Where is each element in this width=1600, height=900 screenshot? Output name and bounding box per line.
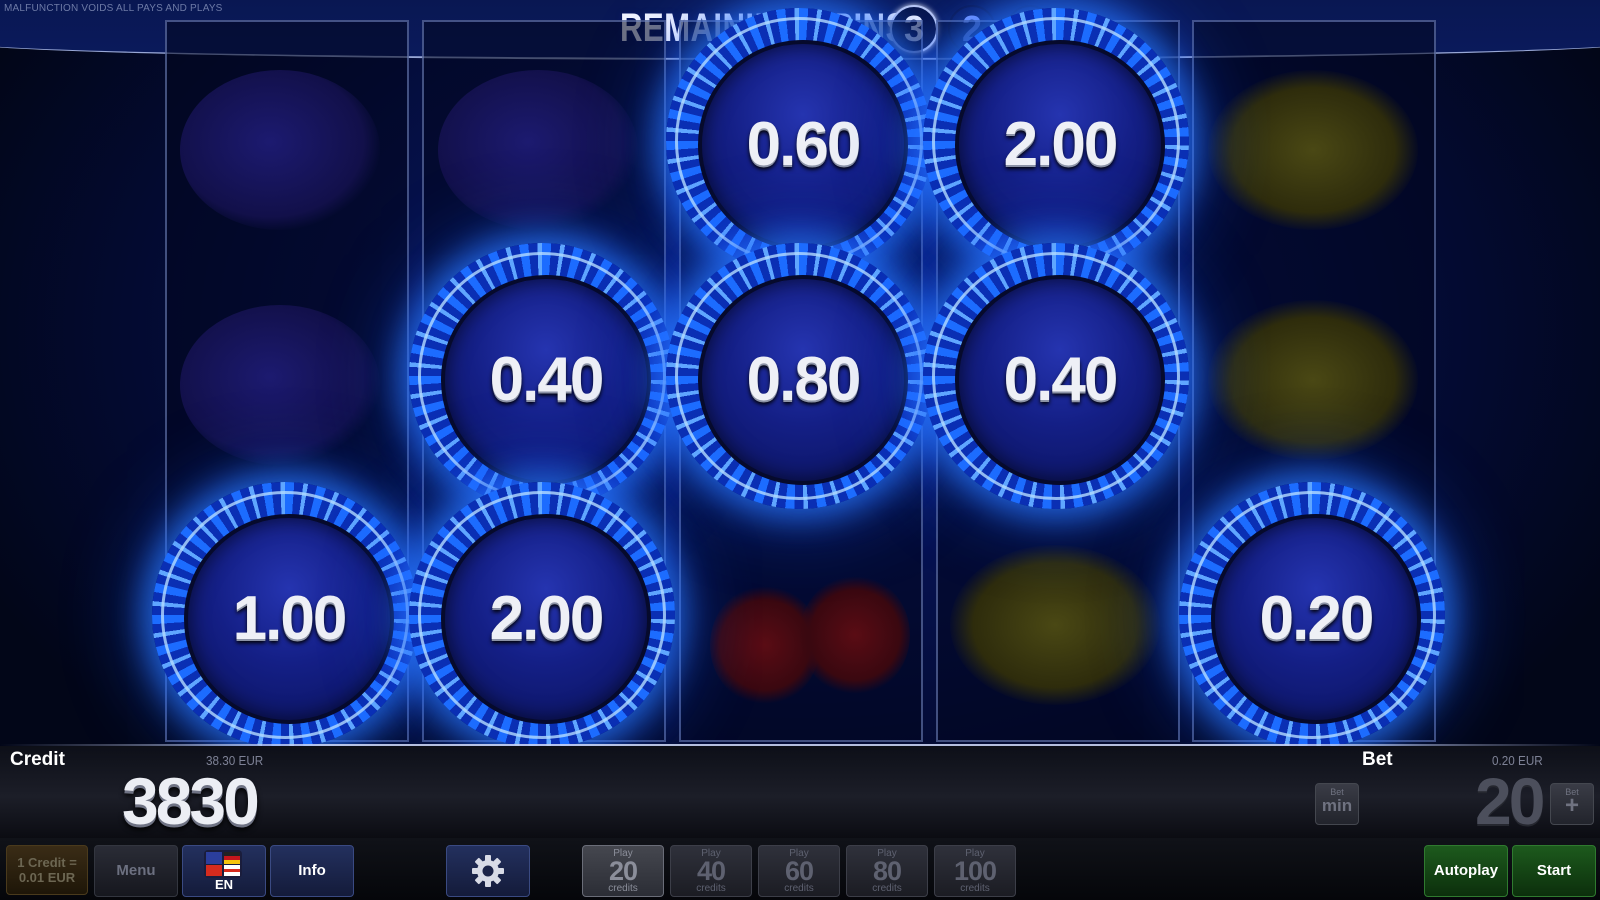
coin-value: 0.20 [1211, 514, 1421, 724]
play-value: 20 [608, 856, 638, 886]
play-60-button[interactable]: Play 60 credits [758, 845, 840, 897]
coin-value: 0.80 [698, 275, 908, 485]
gear-icon [472, 855, 504, 887]
coin-reel4-row1: 2.00 [923, 8, 1189, 274]
play-20-button[interactable]: Play 20 credits [582, 845, 664, 897]
credit-label: Credit [10, 749, 65, 770]
coin-reel3-row1: 0.60 [666, 8, 932, 274]
coin-value: 0.60 [698, 40, 908, 250]
play-value: 80 [872, 856, 902, 886]
credit-value: 3830 [122, 764, 260, 838]
play-40-button[interactable]: Play 40 credits [670, 845, 752, 897]
play-unit: credits [696, 883, 726, 894]
play-value: 60 [784, 856, 814, 886]
language-button[interactable]: EN [182, 845, 266, 897]
bet-min-button[interactable]: Bet min [1315, 783, 1359, 825]
coin-reel1-row3: 1.00 [152, 482, 418, 748]
coin-reel2-row3: 2.00 [409, 482, 675, 748]
play-unit: credits [960, 883, 990, 894]
malfunction-disclaimer: MALFUNCTION VOIDS ALL PAYS AND PLAYS [4, 3, 223, 14]
lemon-icon [1208, 70, 1418, 230]
coin-reel4-row2: 0.40 [923, 243, 1189, 509]
denomination-line2: 0.01 EUR [18, 870, 76, 885]
coin-reel5-row3: 0.20 [1179, 482, 1445, 748]
lemon-icon [1208, 300, 1418, 460]
cherry-icon [800, 575, 910, 695]
play-unit: credits [608, 883, 638, 894]
play-unit: credits [784, 883, 814, 894]
bet-plus-button[interactable]: Bet + [1550, 783, 1594, 825]
coin-value: 0.40 [955, 275, 1165, 485]
lemon-icon [950, 545, 1160, 705]
coin-value: 2.00 [441, 514, 651, 724]
denomination-button[interactable]: 1 Credit = 0.01 EUR [6, 845, 88, 895]
start-button[interactable]: Start [1512, 845, 1596, 897]
play-unit: credits [872, 883, 902, 894]
coin-reel2-row2: 0.40 [409, 243, 675, 509]
reel-frame-rail [0, 744, 1600, 746]
flag-icon [204, 850, 242, 878]
coin-value: 0.40 [441, 275, 651, 485]
bet-min-label: min [1321, 796, 1353, 815]
play-value: 40 [696, 856, 726, 886]
language-label: EN [214, 877, 234, 892]
coin-value: 2.00 [955, 40, 1165, 250]
play-80-button[interactable]: Play 80 credits [846, 845, 928, 897]
plum-icon [180, 305, 380, 465]
coin-reel3-row2: 0.80 [666, 243, 932, 509]
bet-plus-label: + [1564, 792, 1579, 819]
plum-icon [180, 70, 380, 230]
menu-button[interactable]: Menu [94, 845, 178, 897]
coin-value: 1.00 [184, 514, 394, 724]
settings-button[interactable] [446, 845, 530, 897]
autoplay-button[interactable]: Autoplay [1424, 845, 1508, 897]
play-value: 100 [953, 856, 997, 886]
bet-label: Bet [1362, 749, 1393, 770]
play-100-button[interactable]: Play 100 credits [934, 845, 1016, 897]
info-button[interactable]: Info [270, 845, 354, 897]
denomination-line1: 1 Credit = [17, 855, 77, 870]
bet-value: 20 [1475, 764, 1545, 838]
plum-icon [438, 70, 638, 230]
